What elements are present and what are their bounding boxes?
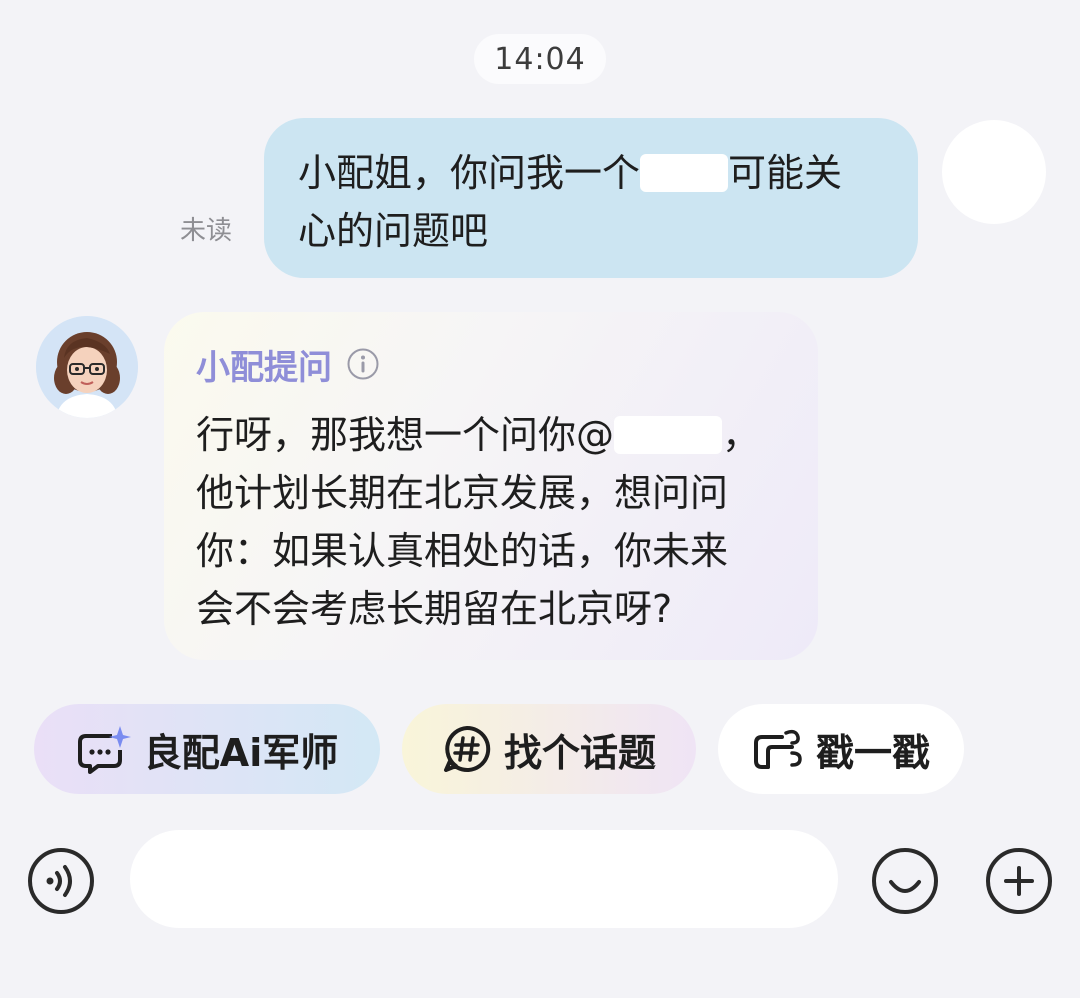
ai-advisor-button[interactable]: 良配Ai军师 [34,704,380,794]
poke-icon [753,729,802,769]
info-icon[interactable] [346,347,380,381]
bot-message-title: 小配提问 [196,347,332,388]
cartoon-girl-avatar-icon [36,316,138,418]
find-topic-button[interactable]: 找个话题 [402,704,696,794]
find-topic-label: 找个话题 [503,730,656,775]
emoji-icon[interactable] [870,846,940,916]
bot-message-bubble[interactable]: 小配提问 行呀，那我想一个问你@， 他计划长期在北京发展，想问问 你：如果认真相… [164,312,818,660]
my-avatar[interactable] [942,120,1046,224]
bot-message-line-2: 他计划长期在北京发展，想问问 [196,471,729,515]
bot-avatar[interactable] [36,316,138,418]
bot-message-text: 行呀，那我想一个问你@， 他计划长期在北京发展，想问问 你：如果认真相处的话，你… [196,406,786,638]
ai-advisor-label: 良配Ai军师 [143,730,339,775]
poke-button[interactable]: 戳一戳 [718,704,964,794]
redacted-text [614,416,723,454]
my-message-bubble[interactable]: 小配姐，你问我一个 可能关 心的问题吧 [264,118,918,278]
bot-message-line-4: 会不会考虑长期留在北京呀? [196,587,673,631]
plus-icon[interactable] [984,846,1054,916]
ai-chat-sparkle-icon [77,726,131,774]
message-input[interactable] [130,830,838,928]
my-message-line-1: 小配姐，你问我一个 可能关 [298,151,843,195]
poke-label: 戳一戳 [815,730,930,775]
bot-message-line-1: 行呀，那我想一个问你@， [196,413,761,457]
redacted-text [640,154,729,192]
hashtag-bubble-icon [443,725,491,772]
voice-icon[interactable] [26,846,96,916]
bot-message-header: 小配提问 [196,340,786,388]
timestamp: 14:04 [474,34,606,84]
bot-message-line-3: 你：如果认真相处的话，你未来 [196,529,729,573]
my-message-line-2: 心的问题吧 [298,209,489,253]
read-status: 未读 [180,216,233,246]
